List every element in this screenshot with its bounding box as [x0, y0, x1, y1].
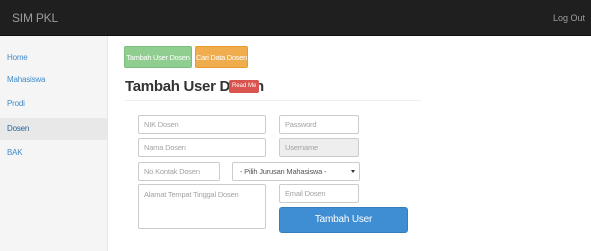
- jurusan-select[interactable]: - Pilih Jurusan Mahasiswa -: [232, 162, 360, 181]
- read-me-badge[interactable]: Read Me: [229, 80, 260, 93]
- sidebar-item-prodi[interactable]: Prodi: [0, 93, 107, 115]
- top-navbar: SIM PKL Log Out: [0, 0, 591, 36]
- password-input[interactable]: [279, 115, 359, 134]
- email-dosen-input[interactable]: [279, 184, 359, 203]
- chevron-down-icon: [351, 170, 355, 173]
- sidebar-item-bak[interactable]: BAK: [0, 142, 107, 164]
- no-kontak-dosen-input[interactable]: [138, 162, 220, 181]
- sidebar-item-mahasiswa[interactable]: Mahasiswa: [0, 69, 107, 91]
- logout-link[interactable]: Log Out: [553, 13, 585, 23]
- cari-data-dosen-button[interactable]: Cari Data Dosen: [195, 46, 248, 68]
- nik-dosen-input[interactable]: [138, 115, 266, 134]
- app-brand[interactable]: SIM PKL: [12, 11, 58, 25]
- sidebar-item-dosen[interactable]: Dosen: [0, 118, 107, 140]
- tambah-user-dosen-button[interactable]: Tambah User Dosen: [124, 46, 192, 68]
- username-input[interactable]: [279, 138, 359, 157]
- jurusan-selected-value: - Pilih Jurusan Mahasiswa -: [240, 167, 327, 176]
- sidebar-item-home[interactable]: Home: [0, 47, 107, 69]
- tambah-user-submit-button[interactable]: Tambah User: [279, 207, 408, 233]
- title-divider: [125, 100, 421, 101]
- alamat-dosen-textarea[interactable]: [138, 184, 266, 229]
- nama-dosen-input[interactable]: [138, 138, 266, 157]
- sidebar: Home Mahasiswa Prodi Dosen BAK: [0, 36, 108, 251]
